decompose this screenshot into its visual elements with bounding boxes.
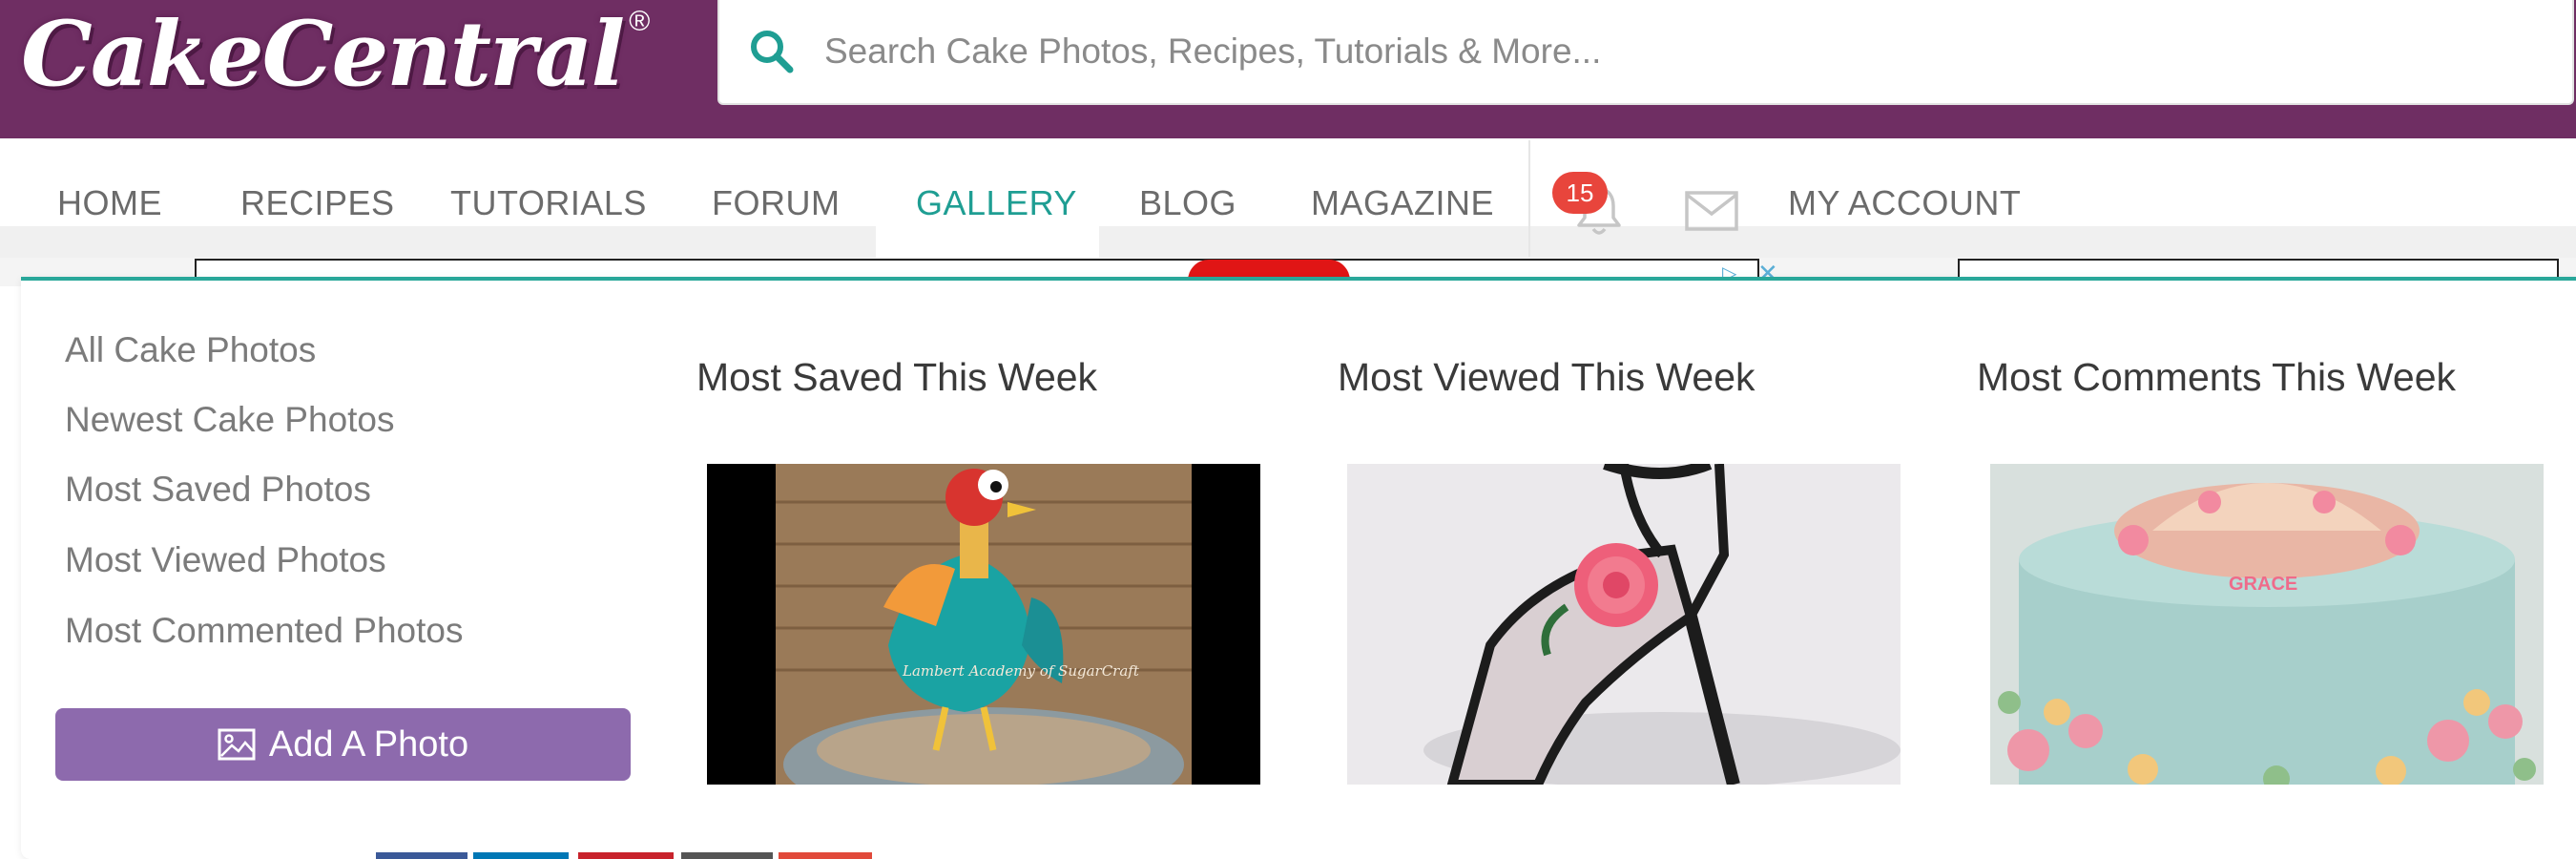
nav-magazine[interactable]: MAGAZINE	[1311, 183, 1494, 223]
logo-text: CakeCentral	[21, 2, 625, 107]
rooster-cake-image: Lambert Academy of SugarCraft	[776, 464, 1192, 785]
link-all-cake-photos[interactable]: All Cake Photos	[65, 330, 316, 370]
link-newest-cake-photos[interactable]: Newest Cake Photos	[65, 400, 395, 440]
search-input[interactable]	[824, 31, 2446, 72]
share-email-strip[interactable]	[681, 852, 773, 859]
nav-tutorials[interactable]: TUTORIALS	[450, 183, 647, 223]
most-comments-thumbnail[interactable]: GRACE	[1990, 464, 2544, 785]
search-bar	[717, 0, 2574, 105]
most-comments-heading: Most Comments This Week	[1977, 355, 2457, 399]
share-google-strip[interactable]	[779, 852, 872, 859]
nav-my-account[interactable]: MY ACCOUNT	[1788, 183, 2021, 223]
link-most-viewed-photos[interactable]: Most Viewed Photos	[65, 540, 386, 580]
link-most-commented-photos[interactable]: Most Commented Photos	[65, 611, 463, 651]
add-photo-button[interactable]: Add A Photo	[55, 708, 631, 781]
nav-recipes[interactable]: RECIPES	[240, 183, 395, 223]
mail-icon[interactable]	[1685, 191, 1738, 231]
nav-blog[interactable]: BLOG	[1139, 183, 1236, 223]
nav-gallery[interactable]: GALLERY	[916, 183, 1077, 223]
registered-mark: ®	[629, 6, 651, 37]
nav-forum[interactable]: FORUM	[712, 183, 840, 223]
link-most-saved-photos[interactable]: Most Saved Photos	[65, 470, 371, 510]
most-saved-heading: Most Saved This Week	[696, 355, 1098, 399]
most-saved-thumbnail[interactable]: Lambert Academy of SugarCraft	[707, 464, 1260, 785]
notification-count-badge[interactable]: 15	[1552, 172, 1608, 214]
nav-home[interactable]: HOME	[57, 183, 162, 223]
search-icon[interactable]	[719, 4, 824, 99]
share-facebook-strip[interactable]	[376, 852, 467, 859]
high-heel-shoe-image	[1347, 464, 1901, 785]
ocean-cake-image: GRACE	[1990, 464, 2544, 785]
site-logo[interactable]: CakeCentral ®	[21, 2, 650, 126]
nav-divider	[1528, 140, 1530, 257]
most-viewed-heading: Most Viewed This Week	[1338, 355, 1755, 399]
add-photo-label: Add A Photo	[268, 723, 469, 765]
most-viewed-thumbnail[interactable]	[1347, 464, 1901, 785]
share-pinterest-strip[interactable]	[578, 852, 674, 859]
image-icon	[218, 728, 256, 761]
site-header: CakeCentral ®	[0, 0, 2576, 138]
photo-watermark: Lambert Academy of SugarCraft	[902, 662, 1140, 680]
cake-name-text: GRACE	[2229, 574, 2297, 595]
share-linkedin-strip[interactable]	[473, 852, 569, 859]
